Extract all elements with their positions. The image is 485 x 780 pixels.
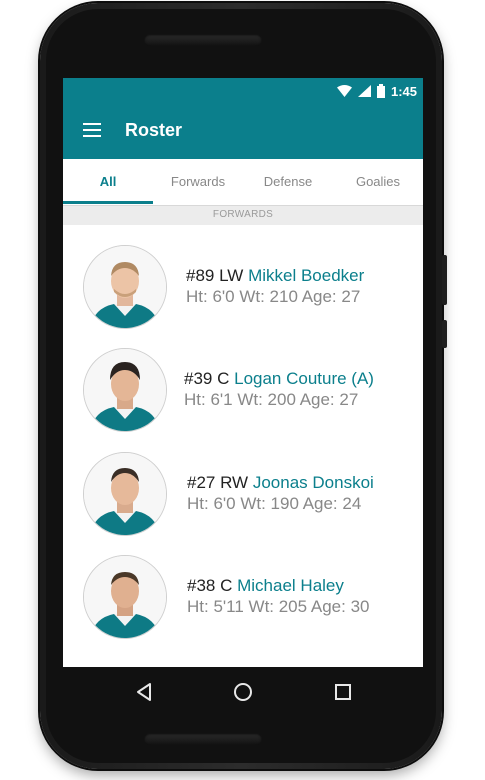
player-name: Joonas Donskoi <box>252 473 374 492</box>
player-stats: Ht: 6'1 Wt: 200 Age: 27 <box>184 390 359 409</box>
app-bar: Roster <box>63 103 423 159</box>
player-title: #38 C Michael Haley <box>187 576 344 596</box>
signal-icon <box>357 85 371 97</box>
player-stats: Ht: 6'0 Wt: 190 Age: 24 <box>187 494 362 513</box>
menu-icon[interactable] <box>83 123 101 137</box>
recents-icon[interactable] <box>331 680 355 704</box>
page-title: Roster <box>125 120 183 140</box>
back-icon[interactable] <box>133 680 157 704</box>
avatar <box>83 555 167 639</box>
player-number: #38 C <box>187 576 233 595</box>
list-item-player[interactable]: #27 RW Joonas Donskoi Ht: 6'0 Wt: 190 Ag… <box>63 444 423 544</box>
battery-icon <box>376 84 385 98</box>
tab-forwards[interactable]: Forwards <box>153 159 243 205</box>
player-stats: Ht: 5'11 Wt: 205 Age: 30 <box>187 597 370 616</box>
player-title: #27 RW Joonas Donskoi <box>187 473 374 493</box>
section-header: FORWARDS <box>63 205 423 225</box>
tab-goalies[interactable]: Goalies <box>333 159 423 205</box>
power-button <box>442 320 447 348</box>
player-title: #89 LW Mikkel Boedker <box>186 266 364 286</box>
home-icon[interactable] <box>231 680 255 704</box>
player-name: Michael Haley <box>237 576 344 595</box>
top-speaker <box>144 34 262 46</box>
volume-button <box>442 255 447 305</box>
player-name: Logan Couture (A) <box>234 369 374 388</box>
avatar <box>83 245 167 329</box>
tab-indicator <box>63 201 153 204</box>
player-stats: Ht: 6'0 Wt: 210 Age: 27 <box>186 287 361 306</box>
status-icons: 1:45 <box>336 83 417 99</box>
player-name: Mikkel Boedker <box>248 266 365 285</box>
list-item-player[interactable]: #89 LW Mikkel Boedker Ht: 6'0 Wt: 210 Ag… <box>63 237 423 337</box>
avatar <box>83 452 167 536</box>
bottom-speaker <box>144 733 262 745</box>
tab-all[interactable]: All <box>63 159 153 205</box>
status-bar: 1:45 <box>63 78 423 103</box>
tab-defense[interactable]: Defense <box>243 159 333 205</box>
navigation-bar <box>63 667 423 715</box>
player-title: #39 C Logan Couture (A) <box>184 369 374 389</box>
player-number: #89 LW <box>186 266 244 285</box>
screen: 1:45 Roster All Forwards Defense Goalies… <box>63 78 423 667</box>
tab-bar: All Forwards Defense Goalies <box>63 159 423 205</box>
list-item-player[interactable]: #39 C Logan Couture (A) Ht: 6'1 Wt: 200 … <box>63 340 423 440</box>
avatar <box>83 348 167 432</box>
player-number: #27 RW <box>187 473 249 492</box>
wifi-icon <box>336 85 352 97</box>
player-number: #39 C <box>184 369 230 388</box>
list-item-player[interactable]: #38 C Michael Haley Ht: 5'11 Wt: 205 Age… <box>63 547 423 647</box>
status-time: 1:45 <box>390 83 417 99</box>
